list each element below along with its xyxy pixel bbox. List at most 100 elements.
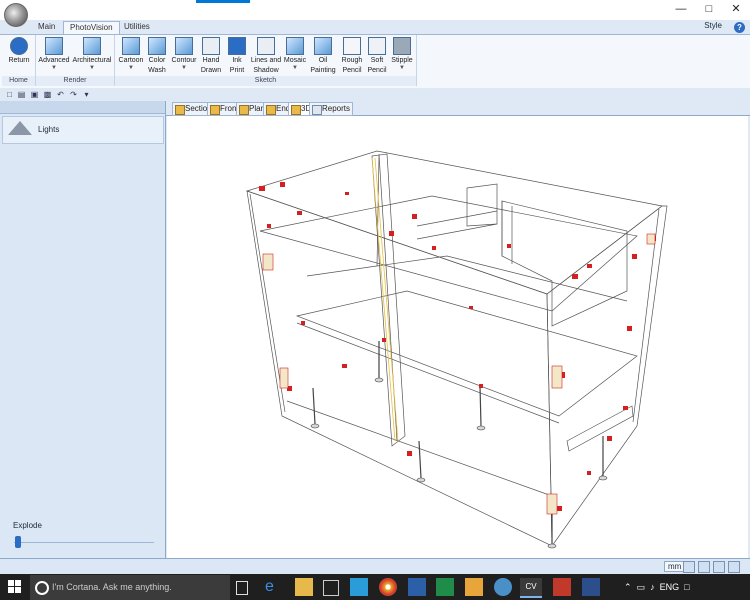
stipple-icon xyxy=(393,37,411,55)
cabinet-vision-app[interactable]: CV xyxy=(520,578,542,598)
color-wash-label-2: Wash xyxy=(148,67,166,74)
cabinet-front-outline xyxy=(246,190,553,547)
lines-and-shadow-button[interactable]: Lines and Shadow xyxy=(250,37,282,75)
ink-print-icon xyxy=(228,37,246,55)
shelf-top xyxy=(259,195,638,312)
advanced-label: Advanced xyxy=(38,57,70,64)
contour-label: Contour xyxy=(171,57,197,64)
cortana-icon xyxy=(35,581,49,595)
color-wash-button[interactable]: Color Wash xyxy=(145,37,169,75)
tab-main[interactable]: Main xyxy=(32,21,61,33)
left-panel-header xyxy=(0,101,165,114)
color-wash-label-1: Color xyxy=(148,57,166,64)
mosaic-button[interactable]: Mosaic ▼ xyxy=(282,37,308,75)
rough-pencil-icon xyxy=(343,37,361,55)
layers-icon[interactable] xyxy=(728,561,740,573)
explode-label: Explode xyxy=(13,521,42,530)
hand-drawn-label-1: Hand xyxy=(202,57,220,64)
language-indicator[interactable]: ENG xyxy=(660,582,680,592)
open-folder-icon[interactable]: ▤ xyxy=(17,90,26,99)
architectural-button[interactable]: Architectural ▼ xyxy=(71,37,113,75)
contour-icon xyxy=(175,37,193,55)
cartoon-button[interactable]: Cartoon ▼ xyxy=(117,37,145,75)
undo-icon[interactable]: ↶ xyxy=(56,90,65,99)
help-icon[interactable]: ? xyxy=(734,22,745,33)
oil-painting-label-1: Oil xyxy=(318,57,328,64)
tab-photovision[interactable]: PhotoVision xyxy=(63,21,120,34)
stipple-button[interactable]: Stipple ▼ xyxy=(389,37,415,75)
measure-icon[interactable] xyxy=(713,561,725,573)
tab-utilities[interactable]: Utilities xyxy=(118,21,156,33)
plinth-rail xyxy=(566,405,634,452)
stipple-label: Stipple xyxy=(391,57,413,64)
word-icon[interactable] xyxy=(408,578,426,596)
title-accent xyxy=(196,0,250,3)
return-label: Return xyxy=(8,57,30,64)
status-bar xyxy=(0,558,750,575)
task-view-icon[interactable] xyxy=(236,581,248,595)
mosaic-icon xyxy=(286,37,304,55)
explode-slider-thumb[interactable] xyxy=(15,536,21,548)
soft-pencil-label-2: Pencil xyxy=(367,67,387,74)
maximize-icon[interactable]: □ xyxy=(695,0,723,18)
leg-front-center xyxy=(418,440,422,479)
new-file-icon[interactable]: □ xyxy=(5,90,14,99)
cabinet-wireframe xyxy=(245,150,668,549)
redo-icon[interactable]: ↷ xyxy=(69,90,78,99)
app-icon-blue[interactable] xyxy=(350,578,368,596)
chevron-down-icon: ▼ xyxy=(399,65,405,71)
chevron-down-icon: ▼ xyxy=(292,65,298,71)
advanced-icon xyxy=(45,37,63,55)
ie-icon[interactable] xyxy=(494,578,512,596)
return-button[interactable]: Return xyxy=(4,37,34,75)
quick-access-toolbar xyxy=(0,88,750,102)
drawer-box xyxy=(501,200,628,327)
cabinet-top-outline xyxy=(245,150,663,295)
tab-reports-label: Reports xyxy=(322,104,351,113)
oil-painting-label-2: Painting xyxy=(310,67,336,74)
lines-and-shadow-label-1: Lines and xyxy=(250,57,282,64)
store-icon[interactable] xyxy=(323,580,339,596)
grid-icon[interactable] xyxy=(683,561,695,573)
explode-slider-track[interactable] xyxy=(14,542,154,543)
close-icon[interactable]: ✕ xyxy=(722,0,750,18)
system-tray: ⌃ ▭ ♪ ENG □ xyxy=(624,582,690,593)
section-icon xyxy=(175,105,185,115)
ink-print-label-1: Ink xyxy=(232,57,242,64)
chrome-icon[interactable] xyxy=(379,578,397,596)
file-explorer-icon[interactable] xyxy=(295,578,313,596)
hand-drawn-label-2: Drawn xyxy=(200,67,222,74)
app-logo-icon[interactable] xyxy=(4,3,28,27)
soft-pencil-button[interactable]: Soft Pencil xyxy=(365,37,389,75)
group-sketch-label: Sketch xyxy=(115,76,416,86)
folder-icon[interactable] xyxy=(465,578,483,596)
save-icon[interactable]: ▣ xyxy=(30,90,39,99)
tab-reports[interactable]: Reports xyxy=(309,102,354,116)
advanced-button[interactable]: Advanced ▼ xyxy=(37,37,71,75)
contour-button[interactable]: Contour ▼ xyxy=(170,37,198,75)
snap-icon[interactable] xyxy=(698,561,710,573)
edge-browser-icon[interactable]: e xyxy=(265,578,283,596)
ink-print-label-2: Print xyxy=(229,67,245,74)
3d-viewport[interactable] xyxy=(167,116,748,558)
notification-icon[interactable]: □ xyxy=(684,582,689,592)
chevron-down-icon: ▼ xyxy=(51,65,57,71)
leg-front-left xyxy=(312,387,316,425)
lines-and-shadow-label-2: Shadow xyxy=(253,67,279,74)
chevron-up-icon[interactable]: ⌃ xyxy=(624,582,632,592)
hand-drawn-button[interactable]: Hand Drawn xyxy=(198,37,224,75)
excel-icon[interactable] xyxy=(436,578,454,596)
style-menu[interactable]: Style xyxy=(704,21,722,30)
minimize-icon[interactable]: — xyxy=(667,0,695,18)
print-icon[interactable]: ▩ xyxy=(43,90,52,99)
network-icon[interactable]: ▭ xyxy=(637,582,646,592)
pdf-icon[interactable] xyxy=(553,578,571,596)
oil-painting-button[interactable]: Oil Painting xyxy=(308,37,338,75)
rough-pencil-button[interactable]: Rough Pencil xyxy=(339,37,365,75)
windows-start-icon[interactable] xyxy=(8,580,22,594)
customize-chevron-icon[interactable]: ▾ xyxy=(82,90,91,99)
app-icon-navy[interactable] xyxy=(582,578,600,596)
chevron-down-icon: ▼ xyxy=(128,65,134,71)
volume-icon[interactable]: ♪ xyxy=(650,582,655,592)
ink-print-button[interactable]: Ink Print xyxy=(225,37,249,75)
